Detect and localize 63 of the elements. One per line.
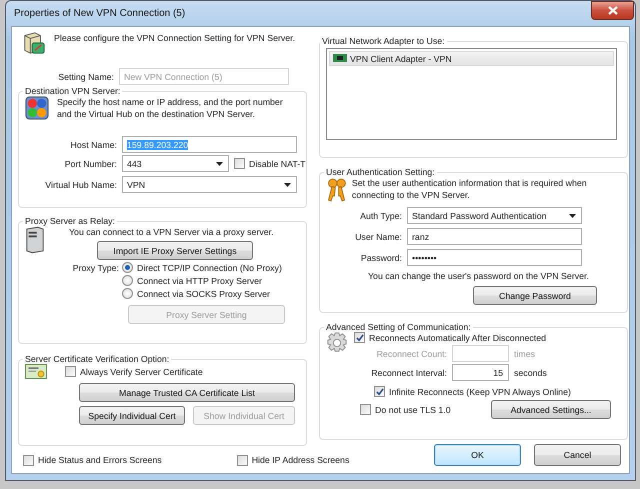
field-label: Proxy Type: xyxy=(72,262,119,272)
group-title: Proxy Server as Relay: xyxy=(24,216,116,226)
close-button[interactable] xyxy=(591,1,634,20)
button[interactable]: Specify Individual Cert xyxy=(79,406,185,425)
checkbox[interactable]: Always Verify Server Certificate xyxy=(65,366,203,377)
field-label: Host Name: xyxy=(70,140,117,150)
group-title: User Authentication Setting: xyxy=(325,167,436,177)
field-label: Auth Type: xyxy=(359,210,402,220)
button[interactable]: Advanced Settings... xyxy=(491,400,611,419)
field-label: User Name: xyxy=(354,232,402,242)
cancel-button[interactable]: Cancel xyxy=(534,444,621,466)
checkmark-icon xyxy=(356,334,364,342)
description-text: Set the user authentication information that is required when connecting to the VPN Server. xyxy=(352,177,588,201)
group-title: Virtual Network Adapter to Use: xyxy=(321,36,446,46)
network-globe-icon xyxy=(25,96,49,120)
group-title: Advanced Setting of Communication: xyxy=(325,322,472,332)
field-label: Virtual Hub Name: xyxy=(44,180,117,190)
radio-button[interactable]: Connect via SOCKS Proxy Server xyxy=(122,288,270,299)
field-label: Port Number: xyxy=(64,158,117,168)
button[interactable]: Import IE Proxy Server Settings xyxy=(97,241,253,260)
button[interactable]: Change Password xyxy=(473,286,597,305)
password-field[interactable]: •••••••• xyxy=(407,249,582,266)
reconnect-count-field[interactable] xyxy=(452,345,509,362)
field-label: Reconnect Count: xyxy=(376,348,447,358)
dropdown-arrow-icon xyxy=(569,214,576,218)
field-label: Setting Name: xyxy=(57,72,114,82)
window-title: Properties of New VPN Connection (5) xyxy=(14,8,186,19)
radio-button[interactable]: Direct TCP/IP Connection (No Proxy) xyxy=(122,262,282,273)
checkmark-icon xyxy=(376,388,384,396)
gear-icon xyxy=(326,332,348,354)
reconnect-interval-field[interactable]: 15 xyxy=(452,364,509,381)
ok-button[interactable]: OK xyxy=(434,444,521,466)
note-text: You can change the user's password on the VPN Server. xyxy=(368,270,589,282)
checkbox[interactable]: Do not use TLS 1.0 xyxy=(360,404,451,415)
checkbox[interactable]: Hide IP Address Screens xyxy=(236,454,350,466)
auth-type-dropdown[interactable]: Standard Password Authentication xyxy=(407,207,582,224)
dropdown-arrow-icon xyxy=(216,162,223,166)
checkbox[interactable]: Reconnects Automatically After Disconnected xyxy=(354,332,614,343)
checkbox[interactable]: Disable NAT-T xyxy=(234,158,306,169)
description-text: Specify the host name or IP address, and the port number and the Virtual Hub on the destination VPN Server. xyxy=(57,96,284,120)
certificate-icon xyxy=(25,364,47,379)
checkbox[interactable]: Hide Status and Errors Screens xyxy=(23,454,162,466)
radio-button[interactable]: Connect via HTTP Proxy Server xyxy=(122,275,262,286)
unit-text: seconds xyxy=(514,366,547,378)
field-label: Password: xyxy=(360,252,402,262)
user-name-field[interactable]: ranz xyxy=(407,228,582,245)
description-text: You can connect to a VPN Server via a proxy server. xyxy=(69,226,275,238)
dropdown-arrow-icon xyxy=(284,182,291,186)
header-text: Please configure the VPN Connection Setting for VPN Server. xyxy=(54,32,296,44)
field-label: Reconnect Interval: xyxy=(370,368,447,378)
button[interactable]: Manage Trusted CA Certificate List xyxy=(79,383,295,402)
computer-tower-icon xyxy=(25,226,45,254)
keys-icon xyxy=(326,177,348,203)
close-icon xyxy=(608,6,618,15)
port-dropdown[interactable]: 443 xyxy=(122,155,229,172)
network-card-icon xyxy=(333,54,347,63)
server-icon xyxy=(22,31,46,55)
hub-dropdown[interactable]: VPN xyxy=(122,176,297,193)
checkbox[interactable]: Infinite Reconnects (Keep VPN Always Online) xyxy=(374,386,571,397)
unit-text: times xyxy=(514,348,536,360)
list-item[interactable]: VPN Client Adapter - VPN xyxy=(329,51,614,66)
group-title: Destination VPN Server: xyxy=(24,86,122,96)
group-title: Server Certificate Verification Option: xyxy=(24,354,170,364)
